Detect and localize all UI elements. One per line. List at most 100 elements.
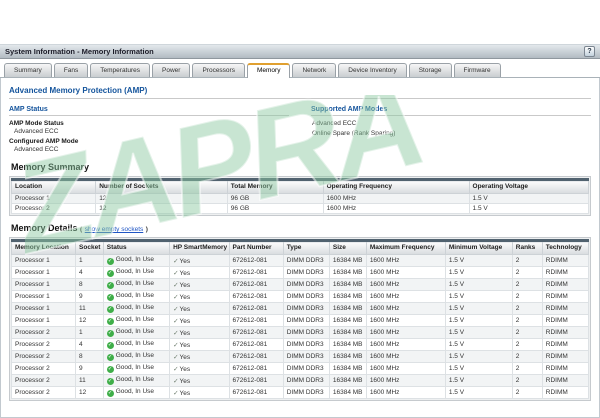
help-button[interactable]: ? (584, 46, 595, 57)
status-text: Good, In Use (115, 388, 155, 395)
tab[interactable]: Summary (4, 63, 52, 77)
detail-ranks: 2 (511, 254, 543, 267)
status-ok-icon: ✓ (106, 270, 114, 277)
smartmemory-text: Yes (179, 377, 191, 385)
amp-status-heading: AMP Status (9, 106, 289, 116)
detail-part-number: 672612-081 (228, 302, 284, 315)
summary-header-row: Location Number of Sockets Total Memory Ope… (10, 179, 590, 194)
amp-status-fields: AMP Mode Status Advanced ECC Configured … (9, 120, 289, 153)
detail-type: DIMM DDR3 (282, 314, 330, 327)
detail-technology: RDIMM (541, 338, 590, 351)
status-text: Good, In Use (115, 316, 155, 323)
detail-socket: 12 (75, 386, 104, 399)
field-value: Advanced ECC (14, 128, 59, 135)
details-column-header: Maximum Frequency (365, 240, 446, 255)
detail-technology: RDIMM (541, 386, 590, 399)
detail-max-frequency: 1600 MHz (365, 314, 446, 327)
status-text: Good, In Use (115, 268, 155, 275)
detail-technology: RDIMM (541, 374, 590, 387)
tab[interactable]: Temperatures (90, 63, 151, 77)
detail-status: ✓ Good, In Use (102, 254, 171, 267)
status-ok-icon: ✓ (106, 366, 114, 373)
detail-max-frequency: 1600 MHz (365, 374, 446, 387)
detail-ranks: 2 (511, 326, 543, 339)
check-icon: ✓ (173, 329, 179, 337)
detail-technology: RDIMM (541, 350, 590, 363)
detail-min-voltage: 1.5 V (444, 350, 513, 363)
smartmemory-text: Yes (179, 317, 191, 325)
details-header-row: Memory Location Socket Status HP SmartMemor… (10, 240, 590, 255)
tab[interactable]: Firmware (453, 63, 501, 77)
check-icon: ✓ (173, 389, 179, 397)
detail-type: DIMM DDR3 (282, 326, 330, 339)
detail-min-voltage: 1.5 V (444, 362, 513, 375)
detail-smartmemory: ✓Yes (169, 302, 230, 315)
supported-amp-list: Advanced ECC Online Spare (Rank Sparing) (311, 120, 591, 137)
tab[interactable]: Fans (53, 63, 89, 77)
check-icon: ✓ (173, 353, 179, 361)
detail-socket: 1 (75, 326, 104, 339)
show-empty-sockets-link[interactable]: show empty sockets (85, 226, 144, 233)
detail-smartmemory: ✓Yes (169, 338, 230, 351)
check-icon: ✓ (173, 365, 179, 373)
detail-max-frequency: 1600 MHz (365, 302, 446, 315)
detail-ranks: 2 (511, 362, 543, 375)
amp-columns: AMP Status AMP Mode Status Advanced ECC … (9, 106, 591, 155)
tab[interactable]: Device Inventory (338, 63, 407, 77)
detail-status: ✓ Good, In Use (102, 386, 171, 399)
detail-location: Processor 2 (10, 350, 77, 363)
detail-socket: 11 (75, 302, 104, 315)
smartmemory-text: Yes (179, 293, 191, 301)
summary-column-header: Location (10, 179, 97, 194)
detail-status: ✓ Good, In Use (102, 278, 171, 291)
detail-part-number: 672612-081 (228, 338, 284, 351)
detail-technology: RDIMM (541, 254, 590, 267)
memory-detail-row: Processor 1 1 ✓ Good, In Use ✓Yes 672612-… (10, 254, 590, 267)
details-column-header: Minimum Voltage (444, 240, 513, 255)
memory-detail-row: Processor 2 9 ✓ Good, In Use ✓Yes 672612-… (10, 362, 590, 375)
summary-location: Processor 2 (10, 203, 97, 214)
detail-type: DIMM DDR3 (282, 374, 330, 387)
check-icon: ✓ (173, 305, 179, 313)
memory-detail-row: Processor 1 8 ✓ Good, In Use ✓Yes 672612-… (10, 278, 590, 291)
check-icon: ✓ (173, 293, 179, 301)
detail-min-voltage: 1.5 V (444, 338, 513, 351)
summary-row: Processor 2 12 96 GB 1600 MHz 1.5 V (10, 203, 590, 214)
detail-smartmemory: ✓Yes (169, 374, 230, 387)
status-text: Good, In Use (115, 256, 155, 263)
detail-status: ✓ Good, In Use (102, 326, 171, 339)
field-label: Configured AMP Mode (9, 138, 79, 145)
detail-smartmemory: ✓Yes (169, 350, 230, 363)
tab[interactable]: Network (292, 63, 337, 77)
detail-min-voltage: 1.5 V (444, 254, 513, 267)
detail-part-number: 672612-081 (228, 326, 284, 339)
details-column-header: Socket (75, 240, 104, 255)
tab[interactable]: Storage (408, 63, 452, 77)
detail-size: 16384 MB (328, 290, 367, 303)
tab[interactable]: Power (152, 63, 191, 77)
detail-type: DIMM DDR3 (282, 302, 330, 315)
details-column-header: Type (282, 240, 330, 255)
tab[interactable]: Processors (192, 63, 245, 77)
detail-smartmemory: ✓Yes (169, 278, 230, 291)
summary-column-header: Total Memory (226, 179, 324, 194)
detail-smartmemory: ✓Yes (169, 314, 230, 327)
detail-max-frequency: 1600 MHz (365, 254, 446, 267)
detail-location: Processor 2 (10, 326, 77, 339)
amp-status-column: AMP Status AMP Mode Status Advanced ECC … (9, 106, 289, 155)
detail-socket: 12 (75, 314, 104, 327)
memory-summary-table: Location Number of Sockets Total Memory Ope… (10, 178, 590, 214)
detail-location: Processor 2 (10, 362, 77, 375)
detail-smartmemory: ✓Yes (169, 386, 230, 399)
status-ok-icon: ✓ (106, 318, 114, 325)
detail-min-voltage: 1.5 V (444, 302, 513, 315)
detail-size: 16384 MB (328, 362, 367, 375)
detail-smartmemory: ✓Yes (169, 290, 230, 303)
status-ok-icon: ✓ (106, 342, 114, 349)
tab[interactable]: Memory (246, 63, 291, 78)
detail-ranks: 2 (511, 290, 543, 303)
detail-max-frequency: 1600 MHz (365, 362, 446, 375)
detail-smartmemory: ✓Yes (169, 254, 230, 267)
detail-status: ✓ Good, In Use (102, 362, 171, 375)
detail-socket: 8 (75, 278, 104, 291)
